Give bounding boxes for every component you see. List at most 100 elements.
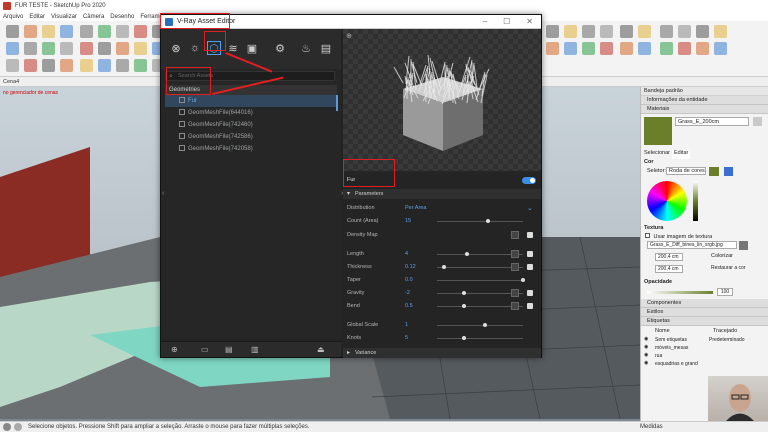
asset-item[interactable]: Fur xyxy=(165,95,337,107)
toolbar-tool-icon[interactable] xyxy=(24,59,37,72)
asset-item[interactable]: GeomMeshFile(644016) xyxy=(165,107,337,119)
color-wheel[interactable] xyxy=(647,181,687,221)
toolbar-tool-icon[interactable] xyxy=(42,59,55,72)
toolbar-tool-icon[interactable] xyxy=(116,59,129,72)
toolbar-tool-icon[interactable] xyxy=(42,42,55,55)
param-value-field[interactable]: Per Area xyxy=(405,205,426,211)
toolbar-tool-icon[interactable] xyxy=(60,42,73,55)
colorize-label[interactable]: Colorizar xyxy=(711,253,733,259)
toolbar-tool-icon[interactable] xyxy=(638,25,651,38)
texture-slot-icon[interactable] xyxy=(511,263,519,271)
toolbar-tool-icon[interactable] xyxy=(660,42,673,55)
param-value-field[interactable]: -2 xyxy=(405,290,410,296)
toolbar-tool-icon[interactable] xyxy=(582,25,595,38)
toolbar-tool-icon[interactable] xyxy=(696,25,709,38)
toolbar-tool-icon[interactable] xyxy=(546,25,559,38)
param-slider[interactable] xyxy=(437,325,523,326)
list-scrollbar[interactable] xyxy=(336,95,338,111)
picker-select[interactable]: Roda de cores xyxy=(666,167,706,175)
texture-width-field[interactable]: 200,4 cm xyxy=(655,253,683,261)
tag-row[interactable]: ◉ esquadrias e grand xyxy=(641,360,768,368)
param-value-field[interactable]: 5 xyxy=(405,335,408,341)
asset-item[interactable]: GeomMeshFile(742058) xyxy=(165,143,337,155)
menu-item[interactable]: Editar xyxy=(29,14,45,20)
materials-section[interactable]: Materiais xyxy=(641,105,768,114)
components-section[interactable]: Componentes xyxy=(641,299,768,308)
menu-item[interactable]: Visualizar xyxy=(51,14,77,20)
texture-slot-icon[interactable] xyxy=(511,302,519,310)
param-value-field[interactable]: 15 xyxy=(405,218,411,224)
asset-enable-toggle[interactable] xyxy=(522,177,536,184)
brightness-slider[interactable] xyxy=(693,181,698,221)
toolbar-tool-icon[interactable] xyxy=(116,42,129,55)
toolbar-tool-icon[interactable] xyxy=(98,25,111,38)
param-value-field[interactable]: 1 xyxy=(405,322,408,328)
tab-edit[interactable]: Editar xyxy=(672,150,691,159)
toolbar-tool-icon[interactable] xyxy=(134,25,147,38)
maximize-icon[interactable]: ☐ xyxy=(503,17,510,26)
asset-item[interactable]: GeomMeshFile(742586) xyxy=(165,131,337,143)
toolbar-tool-icon[interactable] xyxy=(600,25,613,38)
pin-preview-icon[interactable]: ⊕ xyxy=(346,32,352,40)
toolbar-tool-icon[interactable] xyxy=(80,25,93,38)
slider-knob[interactable] xyxy=(462,304,467,308)
textures-icon[interactable]: ▣ xyxy=(245,41,259,55)
slider-knob[interactable] xyxy=(485,219,490,223)
add-asset-icon[interactable]: ⊕ xyxy=(171,345,178,354)
toolbar-tool-icon[interactable] xyxy=(600,42,613,55)
open-file-icon[interactable]: ▭ xyxy=(201,345,209,354)
sample-paint-icon[interactable] xyxy=(724,167,733,176)
menu-item[interactable]: Câmera xyxy=(83,14,104,20)
toolbar-tool-icon[interactable] xyxy=(6,59,19,72)
collapse-left-icon[interactable]: ‹ xyxy=(162,190,164,197)
toolbar-tool-icon[interactable] xyxy=(678,25,691,38)
toolbar-tool-icon[interactable] xyxy=(134,42,147,55)
menu-item[interactable]: Arquivo xyxy=(3,14,23,20)
close-icon[interactable]: ✕ xyxy=(526,17,533,26)
toolbar-tool-icon[interactable] xyxy=(60,25,73,38)
param-value-field[interactable]: 0.5 xyxy=(405,303,413,309)
styles-section[interactable]: Estilos xyxy=(641,308,768,317)
toolbar-tool-icon[interactable] xyxy=(116,25,129,38)
visibility-eye-icon[interactable]: ◉ xyxy=(644,344,648,350)
slider-knob[interactable] xyxy=(483,323,488,327)
texture-slot-icon[interactable] xyxy=(511,231,519,239)
use-texture-checkbox[interactable] xyxy=(645,233,650,238)
asset-item[interactable]: GeomMeshFile(742460) xyxy=(165,119,337,131)
save-icon[interactable]: ▤ xyxy=(225,345,233,354)
texture-slot-icon[interactable] xyxy=(511,250,519,258)
tag-row[interactable]: ◉ móveis_mesas xyxy=(641,344,768,352)
toolbar-tool-icon[interactable] xyxy=(638,42,651,55)
slider-knob[interactable] xyxy=(442,265,447,269)
toolbar-tool-icon[interactable] xyxy=(564,25,577,38)
tag-row[interactable]: ◉ Sem etiquetas Predeterminado xyxy=(641,336,768,344)
texture-enable-checkbox[interactable] xyxy=(527,290,533,296)
menu-item[interactable]: Desenho xyxy=(110,14,134,20)
toolbar-tool-icon[interactable] xyxy=(42,25,55,38)
visibility-eye-icon[interactable]: ◉ xyxy=(644,352,648,358)
opacity-field[interactable]: 100 xyxy=(717,288,733,296)
toolbar-tool-icon[interactable] xyxy=(98,42,111,55)
chevron-down-icon[interactable]: ⌄ xyxy=(527,204,533,212)
toolbar-tool-icon[interactable] xyxy=(620,42,633,55)
teapot-render-icon[interactable]: ♨ xyxy=(299,41,313,55)
toolbar-tool-icon[interactable] xyxy=(6,42,19,55)
toolbar-tool-icon[interactable] xyxy=(24,42,37,55)
tag-row[interactable]: ◉ rua xyxy=(641,352,768,360)
reset-color-label[interactable]: Restaurar a cor xyxy=(711,265,761,271)
texture-enable-checkbox[interactable] xyxy=(527,251,533,257)
slider-knob[interactable] xyxy=(464,252,469,256)
slider-knob[interactable] xyxy=(462,336,467,340)
param-slider[interactable] xyxy=(437,338,523,339)
toolbar-tool-icon[interactable] xyxy=(546,42,559,55)
opacity-slider[interactable] xyxy=(647,291,713,294)
materials-category-icon[interactable]: ⊗ xyxy=(169,41,183,55)
toolbar-tool-icon[interactable] xyxy=(564,42,577,55)
tags-section[interactable]: Etiquetas xyxy=(641,317,768,326)
texture-height-field[interactable]: 200,4 cm xyxy=(655,265,683,273)
toolbar-tool-icon[interactable] xyxy=(60,59,73,72)
slider-knob[interactable] xyxy=(521,278,525,282)
info-icon[interactable] xyxy=(3,423,11,431)
toolbar-tool-icon[interactable] xyxy=(582,42,595,55)
parameters-header[interactable]: ▾ Parameters xyxy=(343,189,541,199)
